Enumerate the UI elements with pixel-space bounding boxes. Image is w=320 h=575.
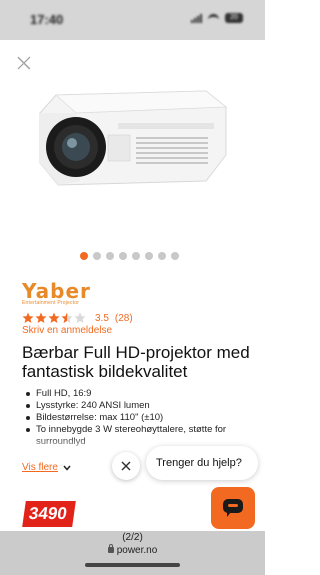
wifi-icon [208,14,219,22]
carousel-dot[interactable] [106,252,114,260]
close-icon[interactable] [14,53,34,73]
carousel-dots [80,252,179,260]
carousel-dot[interactable] [171,252,179,260]
star-half-icon [61,312,73,323]
close-icon [121,461,131,471]
price-tag: 3490 [22,501,76,527]
carousel-dot[interactable] [145,252,153,260]
carousel-dot[interactable] [80,252,88,260]
carousel-dot[interactable] [93,252,101,260]
carousel-dot[interactable] [119,252,127,260]
chat-greeting-bubble[interactable]: Trenger du hjelp? [146,446,258,480]
chat-bubble-icon [223,499,243,517]
status-icons: 20 [191,13,243,23]
product-title: Bærbar Full HD-projektor med fantastisk … [22,343,250,381]
lock-icon [107,544,114,553]
show-more-link[interactable]: Vis flere [22,462,58,473]
url-bar[interactable]: power.no [0,544,265,556]
rating-count: (28) [114,312,133,324]
chat-open-button[interactable] [211,487,255,529]
status-bar: 17:40 20 [0,0,265,40]
url-text: power.no [116,545,158,556]
projector-image[interactable] [36,85,231,190]
home-indicator[interactable] [85,563,180,567]
rating-stars [22,312,86,324]
star-full-icon [48,312,60,323]
brand-logo[interactable]: Yaber Entertainment Projector [22,281,91,306]
star-full-icon [35,312,47,323]
carousel-dot[interactable] [132,252,140,260]
feature-item: Lysstyrke: 240 ANSI lumen [24,400,249,412]
star-full-icon [22,312,34,323]
chat-close-button[interactable] [112,452,140,480]
write-review-link[interactable]: Skriv en anmeldelse [22,325,112,336]
carousel-dot[interactable] [158,252,166,260]
page-indicator: (2/2) [122,532,143,543]
rating-score: 3.5 [95,312,109,324]
status-time: 17:40 [30,12,64,27]
brand-name: Yaber [22,279,91,303]
chevron-down-icon[interactable] [62,463,72,473]
star-empty-icon [74,312,86,323]
feature-item: Bildestørrelse: max 110" (±10) [24,412,249,424]
battery-icon: 20 [225,13,243,23]
cellular-signal-icon [191,13,202,23]
product-rating[interactable]: 3.5 (28) [22,312,133,324]
feature-item: Full HD, 16:9 [24,388,249,400]
